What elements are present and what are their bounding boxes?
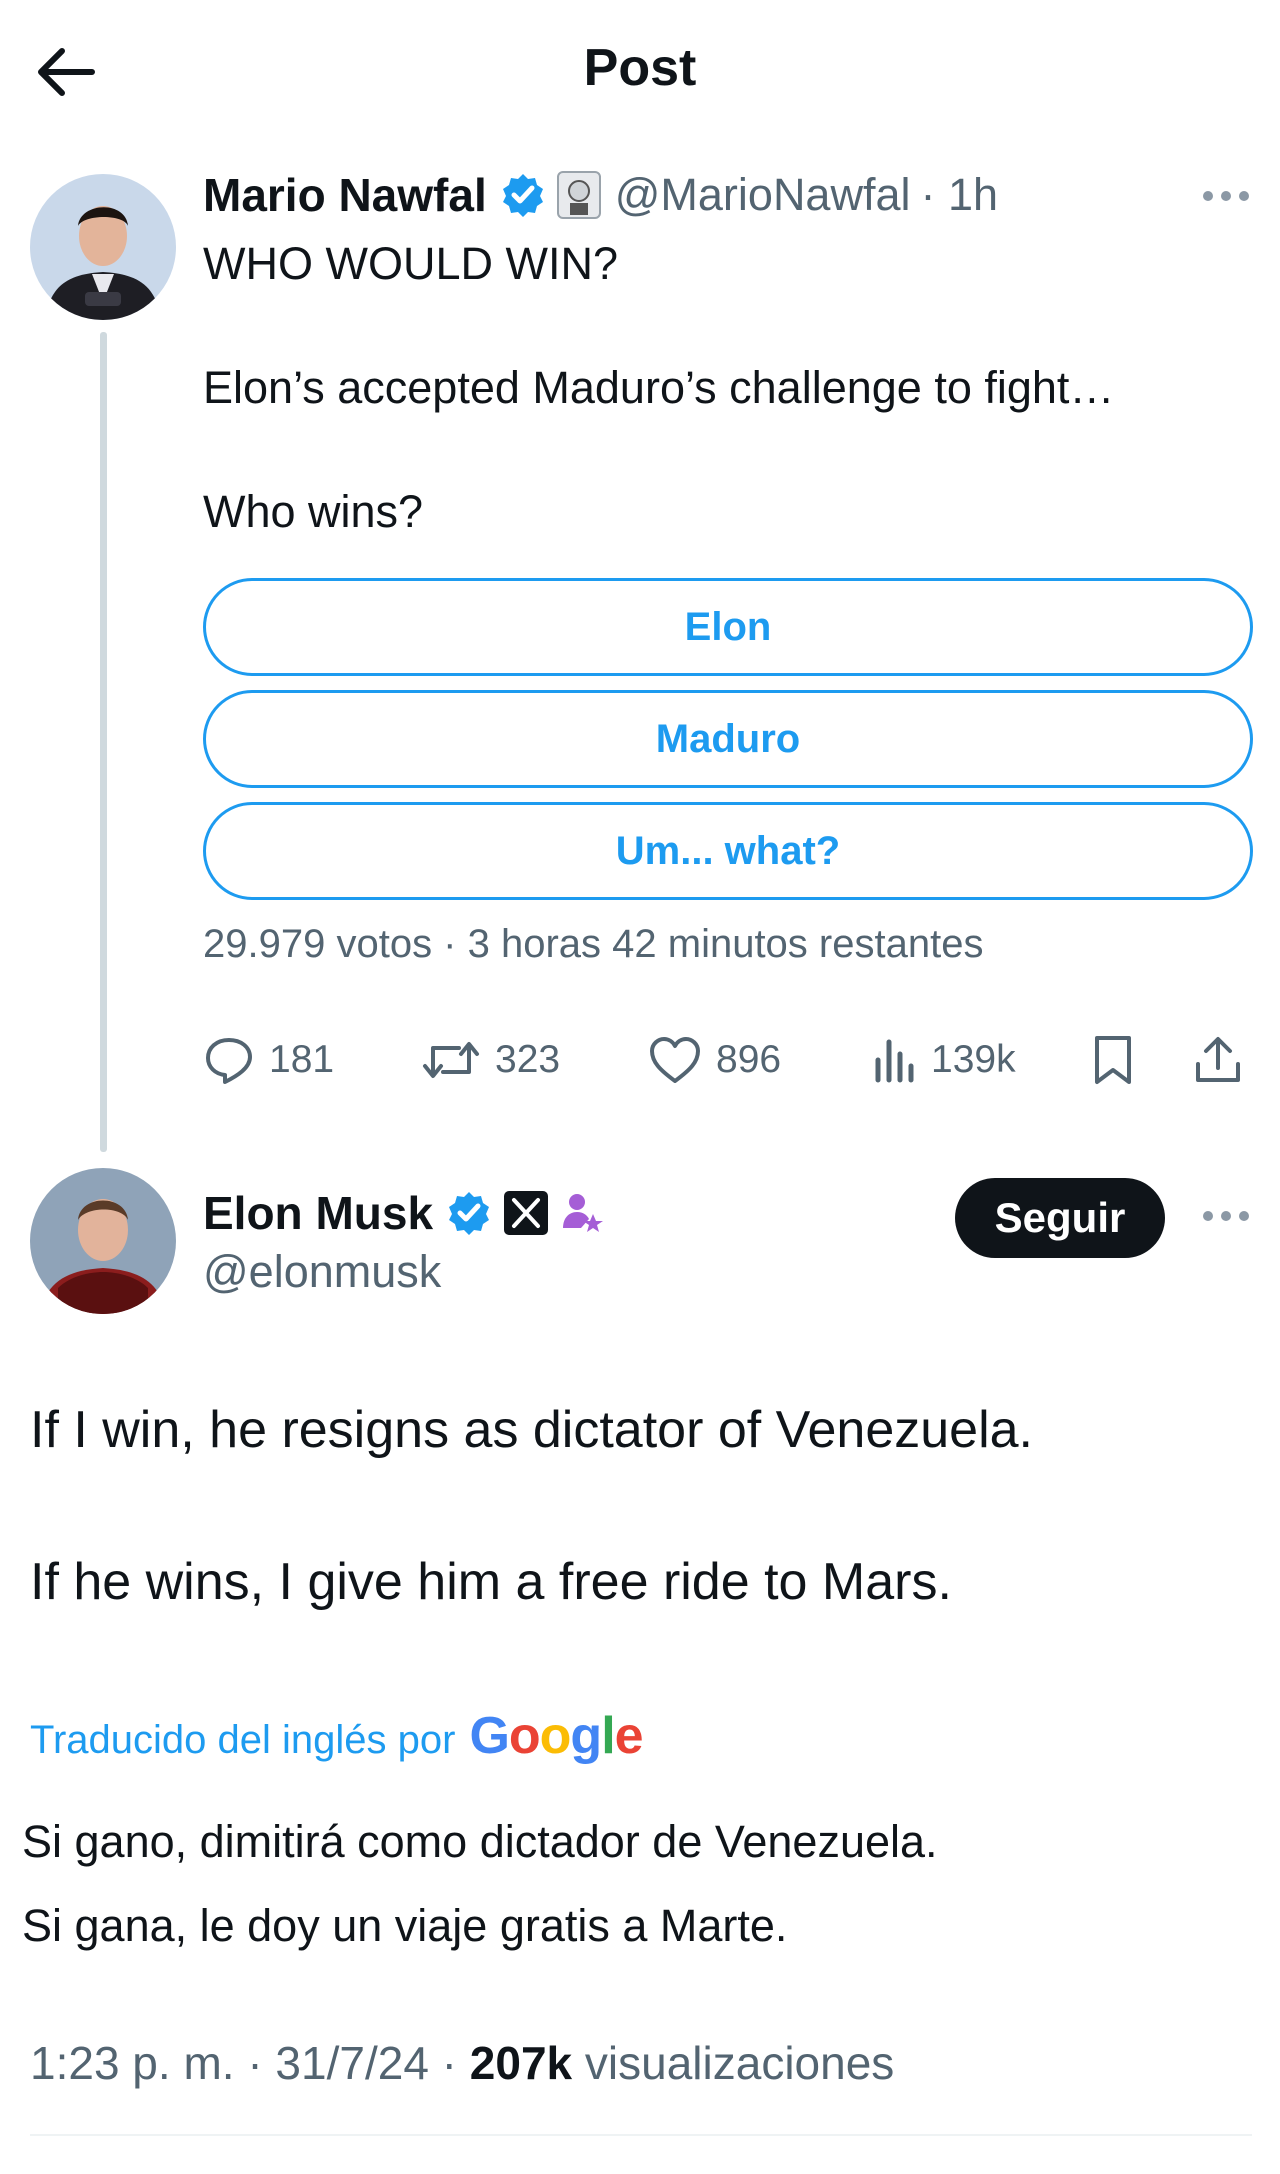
follow-button[interactable]: Seguir [955,1178,1165,1258]
verified-badge-icon [449,1192,490,1235]
bookmark-icon [1095,1036,1131,1084]
avatar-image [30,1168,176,1314]
author-handle[interactable]: @elonmusk [203,1246,441,1298]
author-name[interactable]: Elon Musk [203,1186,433,1240]
post-meta: 1:23 p. m. · 31/7/24 · 207k visualizacio… [30,2036,894,2090]
poll-option-um-what[interactable]: Um... what? [203,802,1253,900]
post-actions: 181 323 896 139k [203,1030,1253,1090]
like-count: 896 [716,1038,782,1081]
translation-line-2: Si gana, le doy un viaje gratis a Marte. [22,1900,788,1951]
thread-connector [100,332,107,1152]
translation-line-1: Si gano, dimitirá como dictador de Venez… [22,1816,938,1867]
government-badge-icon [563,1194,604,1232]
poll-meta: 29.979 votos · 3 horas 42 minutos restan… [203,922,984,966]
verified-badge-icon [502,174,543,217]
repost-count: 323 [495,1038,561,1081]
views-label: visualizaciones [584,2037,895,2089]
post-text-line-1: If I win, he resigns as dictator of Vene… [30,1401,1034,1459]
avatar-image [30,174,176,320]
post-text-line-2: If he wins, I give him a free ride to Ma… [30,1553,952,1611]
views-total: 207k [469,2037,573,2089]
google-logo: Google [469,1707,643,1765]
author-name[interactable]: Mario Nawfal [203,168,487,222]
more-options-button[interactable] [1196,1196,1256,1236]
repost-button[interactable]: 323 [421,1030,560,1090]
reply-icon [206,1038,252,1084]
reply-count: 181 [269,1038,335,1081]
top-bar: Post [0,0,1280,150]
poll-option-elon[interactable]: Elon [203,578,1253,676]
more-horizontal-icon [1203,1211,1249,1221]
author-handle[interactable]: @MarioNawfal [615,169,911,221]
avatar-mario-nawfal[interactable] [30,174,176,320]
heart-icon [650,1037,700,1083]
post-time[interactable]: · 1h [921,169,999,221]
divider [30,2134,1252,2136]
avatar-elon-musk[interactable] [30,1168,176,1314]
bookmark-button[interactable] [1091,1030,1135,1090]
analytics-icon [875,1039,914,1083]
repost-icon [423,1042,479,1078]
poll-option-maduro[interactable]: Maduro [203,690,1253,788]
page-title: Post [583,39,697,97]
main-author-row: Elon Musk [203,1186,605,1240]
translated-label: Traducido del inglés por [30,1718,456,1762]
post-timestamp[interactable]: 1:23 p. m. · 31/7/24 · [30,2037,457,2089]
reply-button[interactable]: 181 [203,1030,334,1090]
share-icon [1196,1037,1240,1082]
x-affiliate-badge-icon [504,1191,549,1235]
affiliate-badge-icon [556,171,601,219]
views-button[interactable]: 139k [873,1030,1016,1090]
share-button[interactable] [1193,1030,1243,1090]
like-button[interactable]: 896 [648,1030,781,1090]
translation-attribution[interactable]: Traducido del inglés por Google [30,1706,644,1766]
more-options-button[interactable] [1196,176,1256,216]
more-horizontal-icon [1203,191,1249,201]
quoted-author-row: Mario Nawfal @MarioNawfal · 1h [203,168,998,222]
views-count: 139k [931,1038,1016,1081]
quoted-post-text: WHO WOULD WIN? Elon’s accepted Maduro’s … [203,238,1115,537]
